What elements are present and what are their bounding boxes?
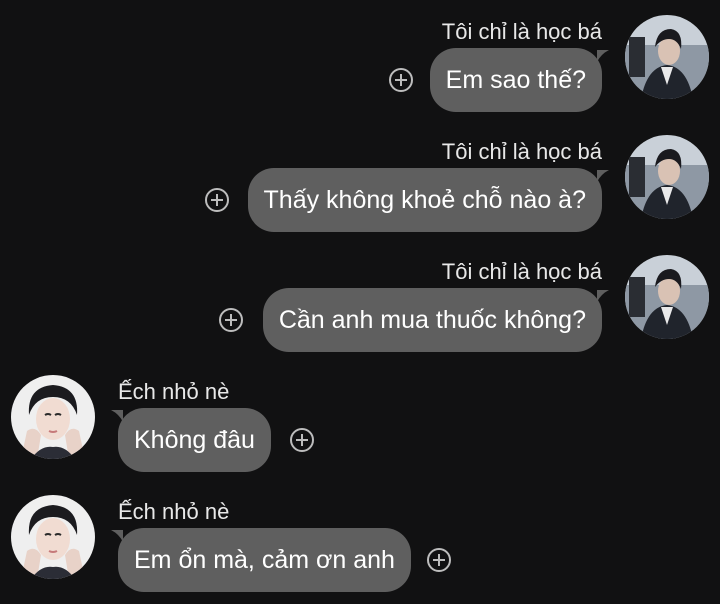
sender-name: Ếch nhỏ nè	[118, 499, 230, 524]
sender-name: Tôi chỉ là học bá	[441, 259, 602, 284]
message-row: Tôi chỉ là học bá Cần anh mua thuốc khôn…	[0, 240, 720, 352]
sender-name: Tôi chỉ là học bá	[441, 139, 602, 164]
bubble-tail	[597, 290, 609, 302]
bubble-tail	[597, 50, 609, 62]
message-bubble[interactable]: Em ổn mà, cảm ơn anh	[118, 528, 411, 592]
message-row: Ếch nhỏ nè Em ổn mà, cảm ơn anh	[0, 480, 720, 592]
message-row: Ếch nhỏ nè Không đâu	[0, 360, 720, 472]
avatar[interactable]	[11, 495, 95, 579]
bubble-tail	[597, 170, 609, 182]
message-row: Tôi chỉ là học bá Em sao thế?	[0, 0, 720, 112]
avatar[interactable]	[625, 15, 709, 99]
boy-avatar-icon	[625, 255, 709, 339]
plus-circle-icon[interactable]	[218, 307, 244, 333]
message-row: Tôi chỉ là học bá Thấy không khoẻ chỗ nà…	[0, 120, 720, 232]
plus-circle-icon[interactable]	[388, 67, 414, 93]
chat-thread: Tôi chỉ là học bá Em sao thế? Tôi chỉ là…	[0, 0, 720, 604]
message-bubble[interactable]: Không đâu	[118, 408, 271, 472]
message-bubble[interactable]: Cần anh mua thuốc không?	[262, 288, 602, 352]
sender-name: Tôi chỉ là học bá	[441, 19, 602, 44]
avatar[interactable]	[625, 135, 709, 219]
plus-circle-icon[interactable]	[204, 187, 230, 213]
plus-circle-icon[interactable]	[289, 427, 315, 453]
message-bubble[interactable]: Em sao thế?	[429, 48, 602, 112]
avatar[interactable]	[11, 375, 95, 459]
girl-avatar-icon	[11, 495, 95, 579]
message-bubble[interactable]: Thấy không khoẻ chỗ nào à?	[247, 168, 602, 232]
plus-circle-icon[interactable]	[426, 547, 452, 573]
sender-name: Ếch nhỏ nè	[118, 379, 230, 404]
avatar[interactable]	[625, 255, 709, 339]
boy-avatar-icon	[625, 15, 709, 99]
boy-avatar-icon	[625, 135, 709, 219]
girl-avatar-icon	[11, 375, 95, 459]
